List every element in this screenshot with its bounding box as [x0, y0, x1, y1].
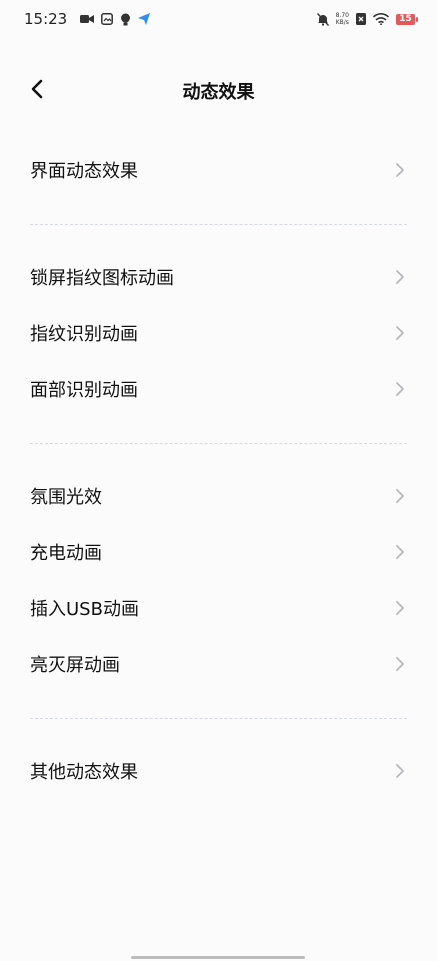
net-speed-unit: KB/s: [335, 19, 349, 26]
send-icon: [138, 13, 151, 25]
chevron-right-icon: [393, 543, 407, 561]
status-time: 15:23: [24, 10, 68, 28]
divider: [30, 443, 407, 444]
list-item-usb-animation[interactable]: 插入USB动画: [0, 580, 437, 636]
item-label: 界面动态效果: [30, 161, 138, 182]
status-left: 15:23: [24, 10, 151, 28]
item-label: 亮灭屏动画: [30, 655, 120, 676]
list-item-lockscreen-fingerprint-icon-animation[interactable]: 锁屏指纹图标动画: [0, 249, 437, 305]
chevron-right-icon: [393, 324, 407, 342]
close-box-icon: [356, 13, 366, 25]
list-item-fingerprint-animation[interactable]: 指纹识别动画: [0, 305, 437, 361]
battery-icon: 15: [396, 13, 418, 25]
chevron-right-icon: [393, 161, 407, 179]
item-label: 氛围光效: [30, 487, 102, 508]
list-item-other-effects[interactable]: 其他动态效果: [0, 743, 437, 799]
chevron-right-icon: [393, 599, 407, 617]
header: 动态效果: [0, 68, 437, 112]
section-biometric: 锁屏指纹图标动画 指纹识别动画 面部识别动画: [0, 249, 437, 417]
bulb-icon: [120, 13, 131, 26]
list-item-screen-on-off-animation[interactable]: 亮灭屏动画: [0, 636, 437, 692]
settings-list: 界面动态效果 锁屏指纹图标动画 指纹识别动画 面部识别动画 氛围光效 充电动画 …: [0, 142, 437, 799]
net-speed-value: 8.70: [335, 12, 349, 19]
chevron-right-icon: [393, 268, 407, 286]
status-right: 8.70 KB/s 15: [316, 12, 418, 26]
wifi-icon: [373, 13, 389, 25]
divider: [30, 718, 407, 719]
net-speed: 8.70 KB/s: [336, 12, 349, 26]
status-bar: 15:23 8.70 KB/s 15: [0, 0, 437, 38]
chevron-right-icon: [393, 380, 407, 398]
item-label: 插入USB动画: [30, 599, 139, 620]
divider: [30, 224, 407, 225]
chevron-right-icon: [393, 762, 407, 780]
item-label: 指纹识别动画: [30, 324, 138, 345]
section-other: 其他动态效果: [0, 743, 437, 799]
item-label: 锁屏指纹图标动画: [30, 268, 174, 289]
list-item-ambient-light[interactable]: 氛围光效: [0, 468, 437, 524]
item-label: 充电动画: [30, 543, 102, 564]
chevron-right-icon: [393, 487, 407, 505]
screen: 15:23 8.70 KB/s 15 动态效果 界面动态效果 锁屏指纹图标动画 …: [0, 0, 437, 961]
list-item-face-recognition-animation[interactable]: 面部识别动画: [0, 361, 437, 417]
section-interface: 界面动态效果: [0, 142, 437, 198]
page-title: 动态效果: [182, 82, 255, 103]
section-lighting-charging: 氛围光效 充电动画 插入USB动画 亮灭屏动画: [0, 468, 437, 692]
item-label: 面部识别动画: [30, 380, 138, 401]
list-item-charging-animation[interactable]: 充电动画: [0, 524, 437, 580]
item-label: 其他动态效果: [30, 762, 138, 783]
chevron-right-icon: [393, 655, 407, 673]
list-item-interface-effects[interactable]: 界面动态效果: [0, 142, 437, 198]
gallery-icon: [101, 13, 114, 25]
mute-icon: [316, 12, 329, 26]
home-indicator[interactable]: [131, 956, 305, 959]
video-camera-icon: [80, 14, 95, 24]
